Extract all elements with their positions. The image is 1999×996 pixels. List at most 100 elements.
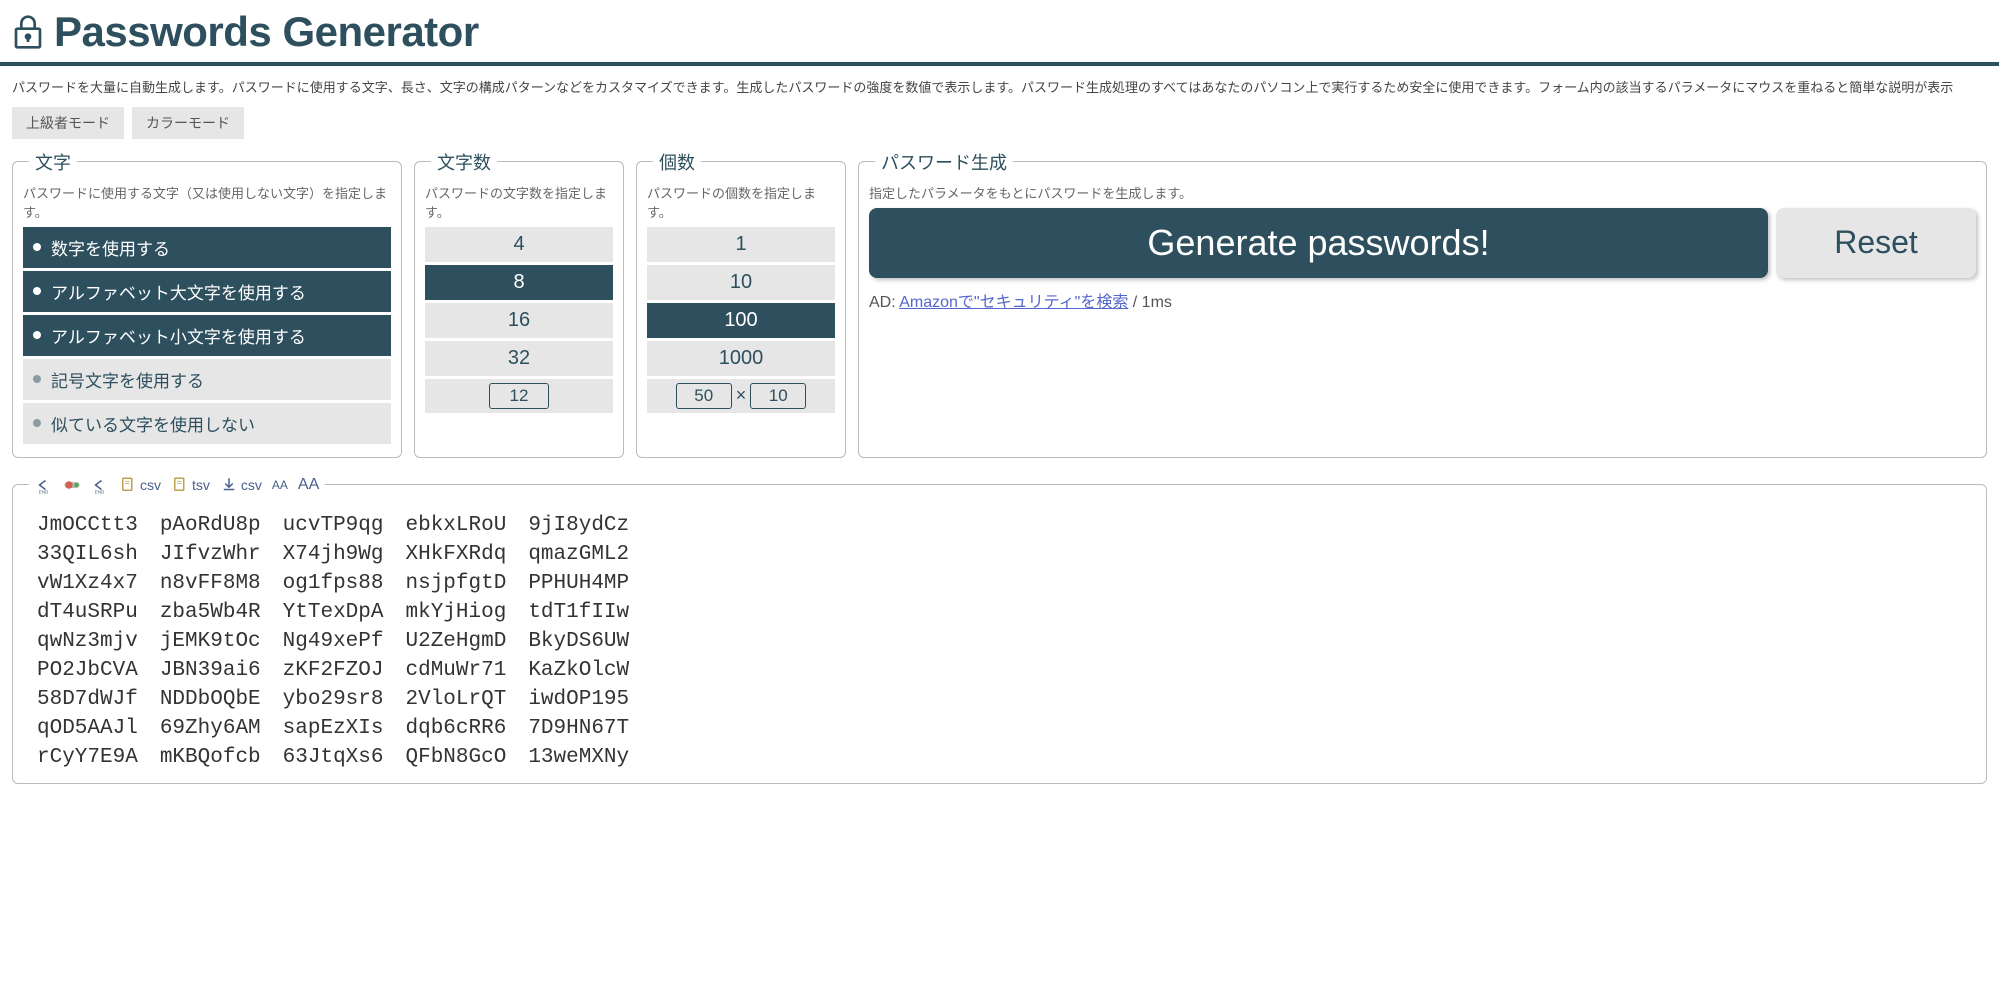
password-cell[interactable]: qOD5AAJl <box>29 715 146 742</box>
char-option-4[interactable]: 似ている文字を使用しない <box>23 403 391 444</box>
password-cell[interactable]: U2ZeHgmD <box>397 628 514 655</box>
password-cell[interactable]: 33QIL6sh <box>29 541 146 568</box>
radio-dot-icon <box>33 375 41 383</box>
password-cell[interactable]: ebkxLRoU <box>397 512 514 539</box>
password-cell[interactable]: 63JtqXs6 <box>275 744 392 771</box>
password-cell[interactable]: vW1Xz4x7 <box>29 570 146 597</box>
char-option-label: 数字を使用する <box>51 235 170 260</box>
password-cell[interactable]: 13weMXNy <box>520 744 637 771</box>
password-cell[interactable]: ybo29sr8 <box>275 686 392 713</box>
ad-line: AD: Amazonで"セキュリティ"を検索 / 1ms <box>869 288 1976 312</box>
go-end-left-icon[interactable]: END <box>35 476 53 494</box>
password-cell[interactable]: QFbN8GcO <box>397 744 514 771</box>
password-cell[interactable]: X74jh9Wg <box>275 541 392 568</box>
char-option-2[interactable]: アルファベット小文字を使用する <box>23 315 391 356</box>
length-option-4[interactable]: 4 <box>425 227 613 262</box>
count-option-1[interactable]: 1 <box>647 227 835 262</box>
password-cell[interactable]: qmazGML2 <box>520 541 637 568</box>
svg-text:END: END <box>39 489 49 494</box>
password-cell[interactable]: iwdOP195 <box>520 686 637 713</box>
table-row: JmOCCtt3pAoRdU8pucvTP9qgebkxLRoU9jI8ydCz <box>29 512 637 539</box>
password-cell[interactable]: 7D9HN67T <box>520 715 637 742</box>
password-cell[interactable]: zKF2FZOJ <box>275 657 392 684</box>
password-cell[interactable]: 58D7dWJf <box>29 686 146 713</box>
password-cell[interactable]: jEMK9tOc <box>152 628 269 655</box>
count-option-1000[interactable]: 1000 <box>647 341 835 376</box>
download-csv-label: csv <box>241 477 262 493</box>
count-custom-a-input[interactable] <box>676 383 732 409</box>
password-cell[interactable]: qwNz3mjv <box>29 628 146 655</box>
panel-count-desc: パスワードの個数を指定します。 <box>647 183 835 221</box>
table-row: dT4uSRPuzba5Wb4RYtTexDpAmkYjHiogtdT1fIIw <box>29 599 637 626</box>
panel-length-legend: 文字数 <box>431 149 497 175</box>
password-cell[interactable]: mKBQofcb <box>152 744 269 771</box>
char-option-label: アルファベット大文字を使用する <box>51 279 306 304</box>
panel-characters-desc: パスワードに使用する文字（又は使用しない文字）を指定します。 <box>23 183 391 221</box>
password-cell[interactable]: PO2JbCVA <box>29 657 146 684</box>
settings-panels: 文字 パスワードに使用する文字（又は使用しない文字）を指定します。 数字を使用す… <box>0 149 1999 458</box>
page-title: Passwords Generator <box>54 8 479 56</box>
advanced-mode-button[interactable]: 上級者モード <box>12 107 124 139</box>
password-cell[interactable]: JIfvzWhr <box>152 541 269 568</box>
password-cell[interactable]: dqb6cRR6 <box>397 715 514 742</box>
panel-generate-desc: 指定したパラメータをもとにパスワードを生成します。 <box>869 183 1976 202</box>
color-mode-button[interactable]: カラーモード <box>132 107 244 139</box>
description-text: パスワードを大量に自動生成します。パスワードに使用する文字、長さ、文字の構成パタ… <box>0 66 1999 107</box>
password-cell[interactable]: ucvTP9qg <box>275 512 392 539</box>
char-option-3[interactable]: 記号文字を使用する <box>23 359 391 400</box>
length-option-32[interactable]: 32 <box>425 341 613 376</box>
password-cell[interactable]: JmOCCtt3 <box>29 512 146 539</box>
table-row: PO2JbCVAJBN39ai6zKF2FZOJcdMuWr71KaZkOlcW <box>29 657 637 684</box>
password-cell[interactable]: JBN39ai6 <box>152 657 269 684</box>
length-custom-input[interactable] <box>489 383 549 409</box>
radio-dot-icon <box>33 243 41 251</box>
password-cell[interactable]: nsjpfgtD <box>397 570 514 597</box>
radio-dot-icon <box>33 419 41 427</box>
ad-prefix: AD: <box>869 294 899 311</box>
password-cell[interactable]: cdMuWr71 <box>397 657 514 684</box>
password-cell[interactable]: dT4uSRPu <box>29 599 146 626</box>
password-table: JmOCCtt3pAoRdU8pucvTP9qgebkxLRoU9jI8ydCz… <box>23 510 643 773</box>
count-custom-b-input[interactable] <box>750 383 806 409</box>
password-cell[interactable]: pAoRdU8p <box>152 512 269 539</box>
password-cell[interactable]: XHkFXRdq <box>397 541 514 568</box>
generate-button[interactable]: Generate passwords! <box>869 208 1768 278</box>
count-option-100[interactable]: 100 <box>647 303 835 338</box>
password-cell[interactable]: n8vFF8M8 <box>152 570 269 597</box>
char-option-0[interactable]: 数字を使用する <box>23 227 391 268</box>
password-cell[interactable]: NDDbOQbE <box>152 686 269 713</box>
table-row: vW1Xz4x7n8vFF8M8og1fps88nsjpfgtDPPHUH4MP <box>29 570 637 597</box>
results-toolbar: END END csv tsv csv AA AA <box>35 476 319 494</box>
copy-tsv-button[interactable]: tsv <box>171 476 210 494</box>
copy-csv-button[interactable]: csv <box>119 476 161 494</box>
font-larger-button[interactable]: AA <box>298 476 319 494</box>
font-smaller-button[interactable]: AA <box>272 478 288 492</box>
password-cell[interactable]: rCyY7E9A <box>29 744 146 771</box>
download-csv-button[interactable]: csv <box>220 476 262 494</box>
password-cell[interactable]: KaZkOlcW <box>520 657 637 684</box>
password-cell[interactable]: sapEzXIs <box>275 715 392 742</box>
copy-tsv-label: tsv <box>192 477 210 493</box>
password-cell[interactable]: 2VloLrQT <box>397 686 514 713</box>
password-cell[interactable]: Ng49xePf <box>275 628 392 655</box>
radio-dot-icon <box>33 331 41 339</box>
panel-length: 文字数 パスワードの文字数を指定します。 481632 <box>414 149 624 458</box>
password-cell[interactable]: zba5Wb4R <box>152 599 269 626</box>
char-option-1[interactable]: アルファベット大文字を使用する <box>23 271 391 312</box>
password-cell[interactable]: og1fps88 <box>275 570 392 597</box>
password-cell[interactable]: PPHUH4MP <box>520 570 637 597</box>
count-option-10[interactable]: 10 <box>647 265 835 300</box>
length-option-8[interactable]: 8 <box>425 265 613 300</box>
length-option-16[interactable]: 16 <box>425 303 613 338</box>
length-custom-row <box>425 379 613 413</box>
password-cell[interactable]: mkYjHiog <box>397 599 514 626</box>
toggle-icon[interactable] <box>63 476 81 494</box>
ad-link[interactable]: Amazonで"セキュリティ"を検索 <box>899 294 1128 311</box>
password-cell[interactable]: 69Zhy6AM <box>152 715 269 742</box>
password-cell[interactable]: YtTexDpA <box>275 599 392 626</box>
password-cell[interactable]: BkyDS6UW <box>520 628 637 655</box>
password-cell[interactable]: tdT1fIIw <box>520 599 637 626</box>
go-end-right-icon[interactable]: END <box>91 476 109 494</box>
password-cell[interactable]: 9jI8ydCz <box>520 512 637 539</box>
reset-button[interactable]: Reset <box>1776 208 1976 278</box>
